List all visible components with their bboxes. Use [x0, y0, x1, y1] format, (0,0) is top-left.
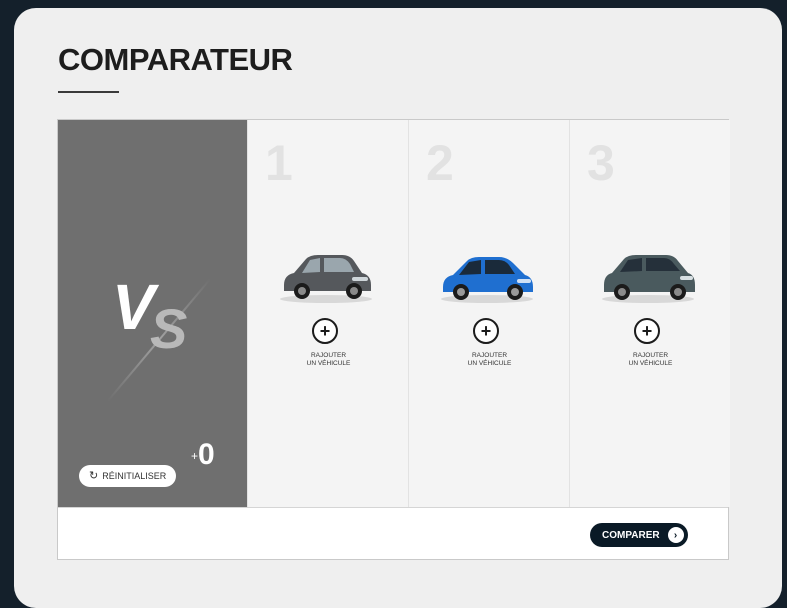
- comparator-panel: V S ↻ RÉINITIALISER + 0 1 + RAJOUTER UN …: [57, 119, 730, 560]
- add-vehicle-label-line2: UN VÉHICULE: [628, 360, 673, 367]
- car-image-compact: [441, 257, 533, 303]
- slot-number: 3: [587, 135, 615, 191]
- counter-plus: +: [191, 449, 199, 463]
- add-vehicle-label: RAJOUTER UN VÉHICULE: [409, 352, 570, 368]
- plus-icon: +: [319, 320, 331, 341]
- refresh-icon: ↻: [89, 469, 99, 482]
- plus-icon: +: [480, 320, 492, 341]
- vehicle-counter: 0: [198, 438, 215, 471]
- car-image-suv: [602, 255, 695, 303]
- chevron-right-icon: ›: [667, 527, 684, 543]
- vehicle-slot-2[interactable]: 2 + RAJOUTER UN VÉHICULE: [408, 120, 569, 507]
- plus-icon: +: [641, 320, 653, 341]
- add-vehicle-label: RAJOUTER UN VÉHICULE: [248, 352, 409, 368]
- add-vehicle-button[interactable]: +: [634, 318, 660, 344]
- title-underline: [58, 91, 119, 93]
- compare-button[interactable]: COMPARER ›: [590, 523, 688, 547]
- comparator-footer: COMPARER ›: [58, 507, 728, 559]
- add-vehicle-label: RAJOUTER UN VÉHICULE: [570, 352, 731, 368]
- add-vehicle-label-line2: UN VÉHICULE: [306, 360, 351, 367]
- slot-number: 1: [265, 135, 293, 191]
- add-vehicle-label-line2: UN VÉHICULE: [467, 360, 512, 367]
- slot-number: 2: [426, 135, 454, 191]
- add-vehicle-label-line1: RAJOUTER: [310, 352, 347, 359]
- add-vehicle-button[interactable]: +: [473, 318, 499, 344]
- reset-button[interactable]: ↻ RÉINITIALISER: [79, 465, 177, 487]
- vehicle-slot-3[interactable]: 3 + RAJOUTER UN VÉHICULE: [569, 120, 730, 507]
- add-vehicle-button[interactable]: +: [312, 318, 338, 344]
- reset-label: RÉINITIALISER: [102, 471, 167, 481]
- add-vehicle-label-line1: RAJOUTER: [632, 352, 669, 359]
- page-title: COMPARATEUR: [58, 42, 293, 77]
- add-vehicle-label-line1: RAJOUTER: [471, 352, 508, 359]
- vs-logo-s: S: [150, 297, 188, 360]
- vs-panel: V S ↻ RÉINITIALISER + 0: [58, 120, 247, 507]
- compare-label: COMPARER: [602, 529, 660, 541]
- vehicle-slot-1[interactable]: 1 + RAJOUTER UN VÉHICULE: [247, 120, 408, 507]
- vs-logo-v: V: [112, 271, 155, 343]
- car-image-hatchback: [280, 255, 372, 303]
